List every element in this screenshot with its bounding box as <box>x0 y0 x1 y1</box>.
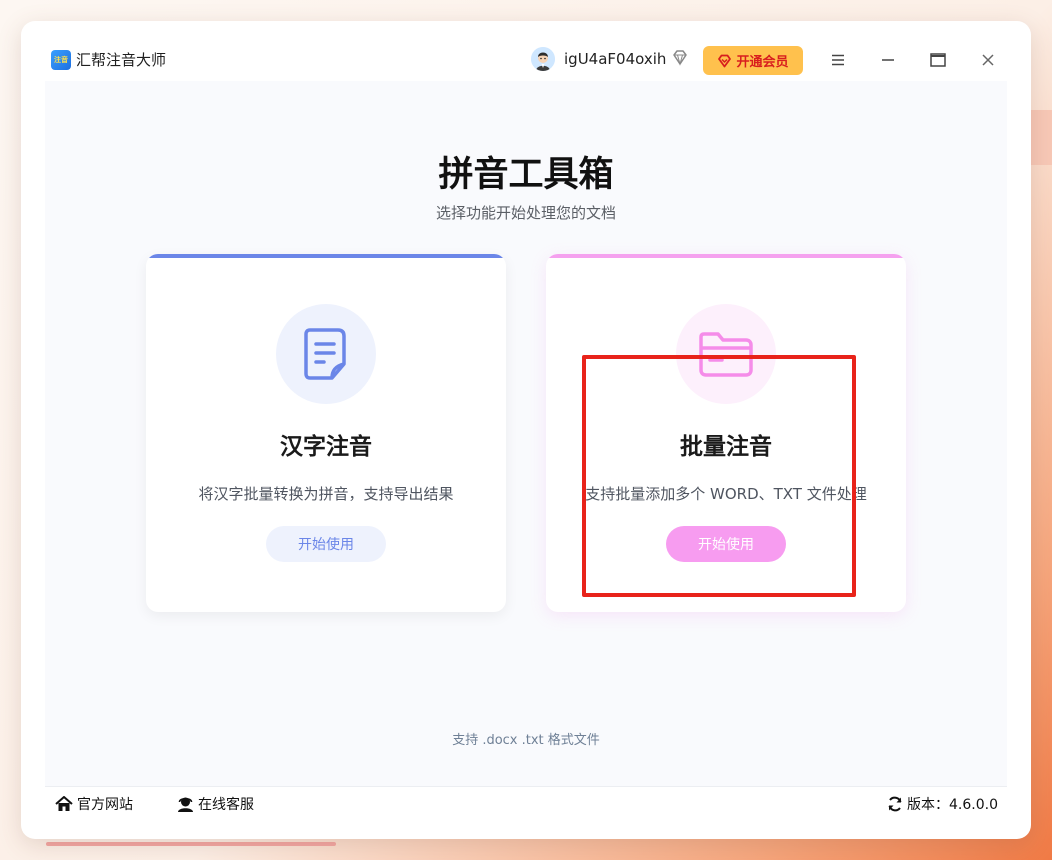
card-icon-circle <box>276 304 376 404</box>
version-info[interactable]: 版本：4.6.0.0 <box>887 794 998 814</box>
start-button[interactable]: 开始使用 <box>266 526 386 562</box>
card-description: 将汉字批量转换为拼音，支持导出结果 <box>198 485 454 503</box>
online-service-label: 在线客服 <box>198 797 254 813</box>
menu-button[interactable] <box>823 45 853 75</box>
home-icon <box>55 796 73 811</box>
highlight-box <box>582 355 856 597</box>
background-bar <box>46 842 336 846</box>
refresh-icon <box>888 796 902 812</box>
official-website-label: 官方网站 <box>77 797 133 813</box>
background-strip <box>1030 110 1052 165</box>
official-website-link[interactable]: 官方网站 <box>55 794 133 814</box>
card-title: 汉字注音 <box>280 434 372 460</box>
vip-button[interactable]: 开通会员 <box>703 46 803 75</box>
main-content: 拼音工具箱 选择功能开始处理您的文档 汉字注音 将汉字批量转换为拼音，支持导出结… <box>45 81 1007 786</box>
page-title: 拼音工具箱 <box>438 155 614 195</box>
title-bar: 注音 汇帮注音大师 igU4aF04oxih 开通会员 <box>21 21 1031 81</box>
avatar[interactable] <box>531 47 555 71</box>
username[interactable]: igU4aF04oxih <box>564 49 666 69</box>
app-logo-icon: 注音 <box>51 50 71 70</box>
menu-icon <box>832 54 844 66</box>
app-window: 注音 汇帮注音大师 igU4aF04oxih 开通会员 拼音工具箱 选择功能开始… <box>21 21 1031 839</box>
card-accent-bar <box>146 254 506 258</box>
page-subtitle: 选择功能开始处理您的文档 <box>435 204 616 222</box>
maximize-button[interactable] <box>923 45 953 75</box>
version-label: 版本：4.6.0.0 <box>907 797 998 813</box>
maximize-icon <box>930 53 946 67</box>
card-accent-bar <box>546 254 906 258</box>
close-button[interactable] <box>973 45 1003 75</box>
app-title: 汇帮注音大师 <box>76 51 167 69</box>
minimize-icon <box>882 59 894 61</box>
document-icon <box>304 328 346 380</box>
vip-label: 开通会员 <box>736 55 789 70</box>
customer-service-icon <box>178 797 193 812</box>
footer: 官方网站 在线客服 版本：4.6.0.0 <box>45 786 1007 817</box>
vip-diamond-icon <box>718 54 732 67</box>
close-icon <box>982 54 994 66</box>
online-service-link[interactable]: 在线客服 <box>177 794 254 814</box>
minimize-button[interactable] <box>873 45 903 75</box>
diamond-icon <box>671 49 689 67</box>
support-note: 支持 .docx .txt 格式文件 <box>452 733 600 748</box>
card-hanzi-zhuyin[interactable]: 汉字注音 将汉字批量转换为拼音，支持导出结果 开始使用 <box>146 254 506 612</box>
